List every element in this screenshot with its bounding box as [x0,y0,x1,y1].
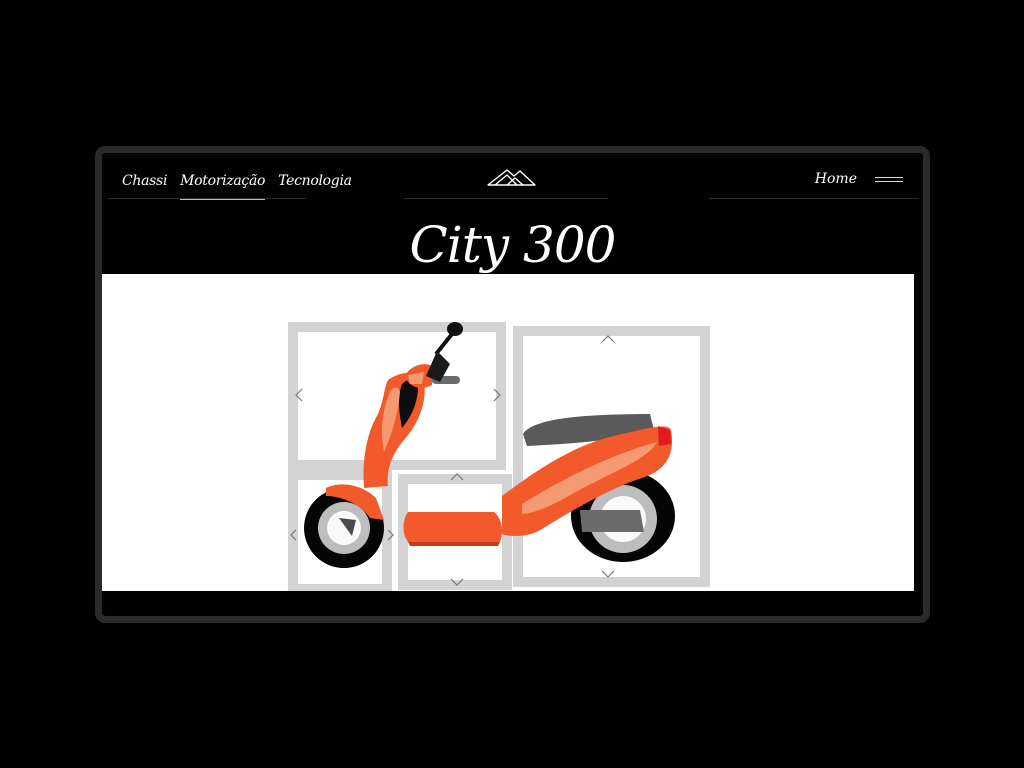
tile-down-arrow[interactable] [601,570,615,578]
scooter-image [304,322,675,568]
nav-link-chassi[interactable]: Chassi [122,173,167,200]
scooter-puzzle [288,322,710,591]
nav-divider-left [108,198,306,199]
home-link[interactable]: Home [815,171,857,187]
page-title: City 300 [409,216,617,274]
nav-link-motorizacao[interactable]: Motorização [180,173,265,200]
nav-divider-right [709,198,919,199]
hamburger-menu-icon[interactable] [875,175,903,183]
tile-up-arrow[interactable] [601,335,615,343]
mountain-logo-icon[interactable] [487,167,537,187]
nav-right: Home [815,171,903,187]
puzzle-stage [102,274,914,591]
nav-divider-center [404,198,608,199]
nav-link-tecnologia[interactable]: Tecnologia [278,173,352,200]
device-frame: Chassi Motorização Tecnologia Home City … [95,146,930,623]
nav-links: Chassi Motorização Tecnologia [122,173,352,200]
top-navigation: Chassi Motorização Tecnologia Home [102,153,923,205]
